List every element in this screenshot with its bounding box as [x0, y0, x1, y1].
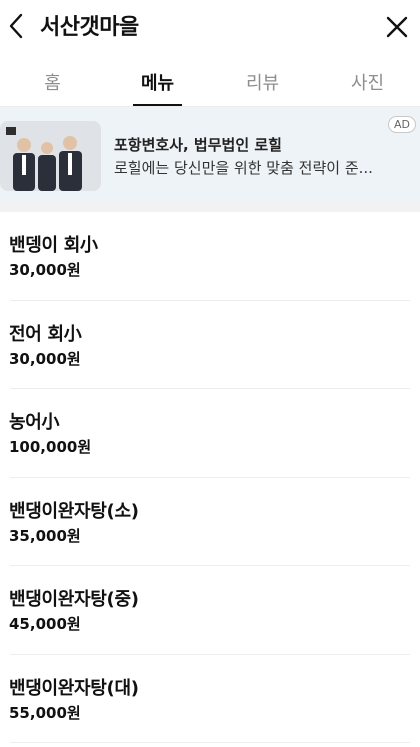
menu-item[interactable]: 밴댕이완자탕(대) 55,000원: [9, 655, 410, 743]
menu-item-price: 35,000원: [9, 526, 81, 545]
menu-list: 밴뎅이 회小 30,000원 전어 회小 30,000원 농어小 100,000…: [0, 212, 420, 743]
tab-menu[interactable]: 메뉴: [105, 52, 210, 106]
tab-home[interactable]: 홈: [0, 52, 105, 106]
header: 서산갯마을: [0, 0, 420, 52]
menu-item[interactable]: 밴댕이완자탕(소) 35,000원: [9, 478, 410, 566]
menu-item[interactable]: 밴뎅이 회小 30,000원: [9, 212, 410, 301]
menu-item-name: 전어 회小: [9, 323, 82, 345]
tab-reviews[interactable]: 리뷰: [210, 52, 315, 106]
menu-item-price: 55,000원: [9, 703, 81, 722]
menu-item-price: 30,000원: [9, 349, 81, 368]
ad-description[interactable]: 로힐에는 당신만을 위한 맞춤 전략이 준...: [114, 157, 373, 178]
close-button[interactable]: [380, 10, 414, 44]
close-icon: [386, 16, 408, 38]
menu-item[interactable]: 농어小 100,000원: [9, 389, 410, 478]
menu-item-price: 30,000원: [9, 261, 81, 279]
back-button[interactable]: [2, 6, 36, 46]
tab-bar: 홈 메뉴 리뷰 사진: [0, 52, 420, 106]
page-title: 서산갯마을: [40, 15, 139, 40]
menu-item-name: 밴댕이완자탕(소): [9, 500, 139, 522]
ad-image: [0, 121, 101, 191]
menu-item-name: 밴뎅이 회小: [9, 235, 98, 256]
menu-item-name: 밴댕이완자탕(중): [9, 589, 139, 610]
menu-item-price: 100,000원: [9, 438, 92, 456]
section-separator: [0, 201, 420, 212]
ad-title[interactable]: 포항변호사, 법무법인 로힐: [114, 134, 282, 155]
menu-item-name: 밴댕이완자탕(대): [9, 677, 139, 699]
menu-item[interactable]: 전어 회小 30,000원: [9, 301, 410, 389]
ad-badge: AD: [388, 116, 416, 133]
menu-item[interactable]: 밴댕이완자탕(중) 45,000원: [9, 566, 410, 655]
chevron-left-icon: [9, 13, 23, 39]
tab-photos[interactable]: 사진: [315, 52, 420, 106]
menu-item-price: 45,000원: [9, 615, 81, 633]
menu-item-name: 농어小: [9, 412, 60, 433]
